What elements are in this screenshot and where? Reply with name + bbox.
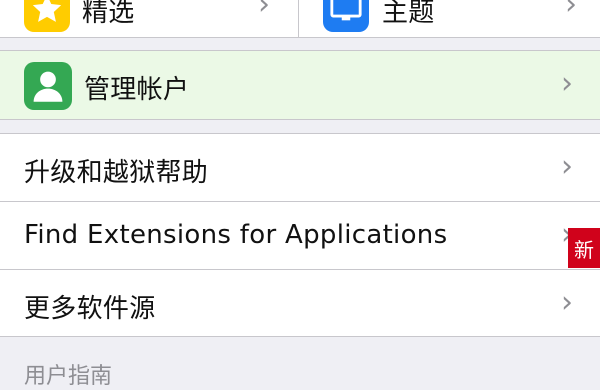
menu-item-find-extensions[interactable]: Find Extensions for Applications › xyxy=(0,202,600,269)
themes-item[interactable]: 主题 › xyxy=(299,0,600,38)
chevron-right-icon: › xyxy=(561,149,573,184)
menu-item-label: 升级和越狱帮助 xyxy=(24,158,209,188)
chevron-right-icon: › xyxy=(565,0,577,22)
featured-item[interactable]: 精选 › xyxy=(0,0,298,38)
top-row: 精选 › 主题 › xyxy=(0,0,600,38)
new-badge-label: 新 xyxy=(574,237,594,262)
chevron-right-icon: › xyxy=(258,0,270,22)
section-header-label: 用户指南 xyxy=(24,364,113,389)
themes-label: 主题 xyxy=(382,0,435,28)
new-badge[interactable]: 新 xyxy=(568,228,600,268)
chevron-right-icon: › xyxy=(561,285,573,320)
menu-item-more-sources[interactable]: 更多软件源 › xyxy=(0,270,600,337)
manage-accounts-label: 管理帐户 xyxy=(84,75,190,105)
featured-label: 精选 xyxy=(82,0,135,28)
section-header: 用户指南 xyxy=(24,358,112,390)
menu-item-label: 更多软件源 xyxy=(24,294,156,324)
menu-item-label: Find Extensions for Applications xyxy=(24,220,448,250)
star-icon xyxy=(24,0,70,32)
menu-item-upgrade-help[interactable]: 升级和越狱帮助 › xyxy=(0,133,600,201)
chevron-right-icon: › xyxy=(561,66,573,101)
manage-accounts-row[interactable]: 管理帐户 › xyxy=(0,50,600,120)
monitor-icon xyxy=(323,0,369,32)
user-icon xyxy=(24,62,72,110)
